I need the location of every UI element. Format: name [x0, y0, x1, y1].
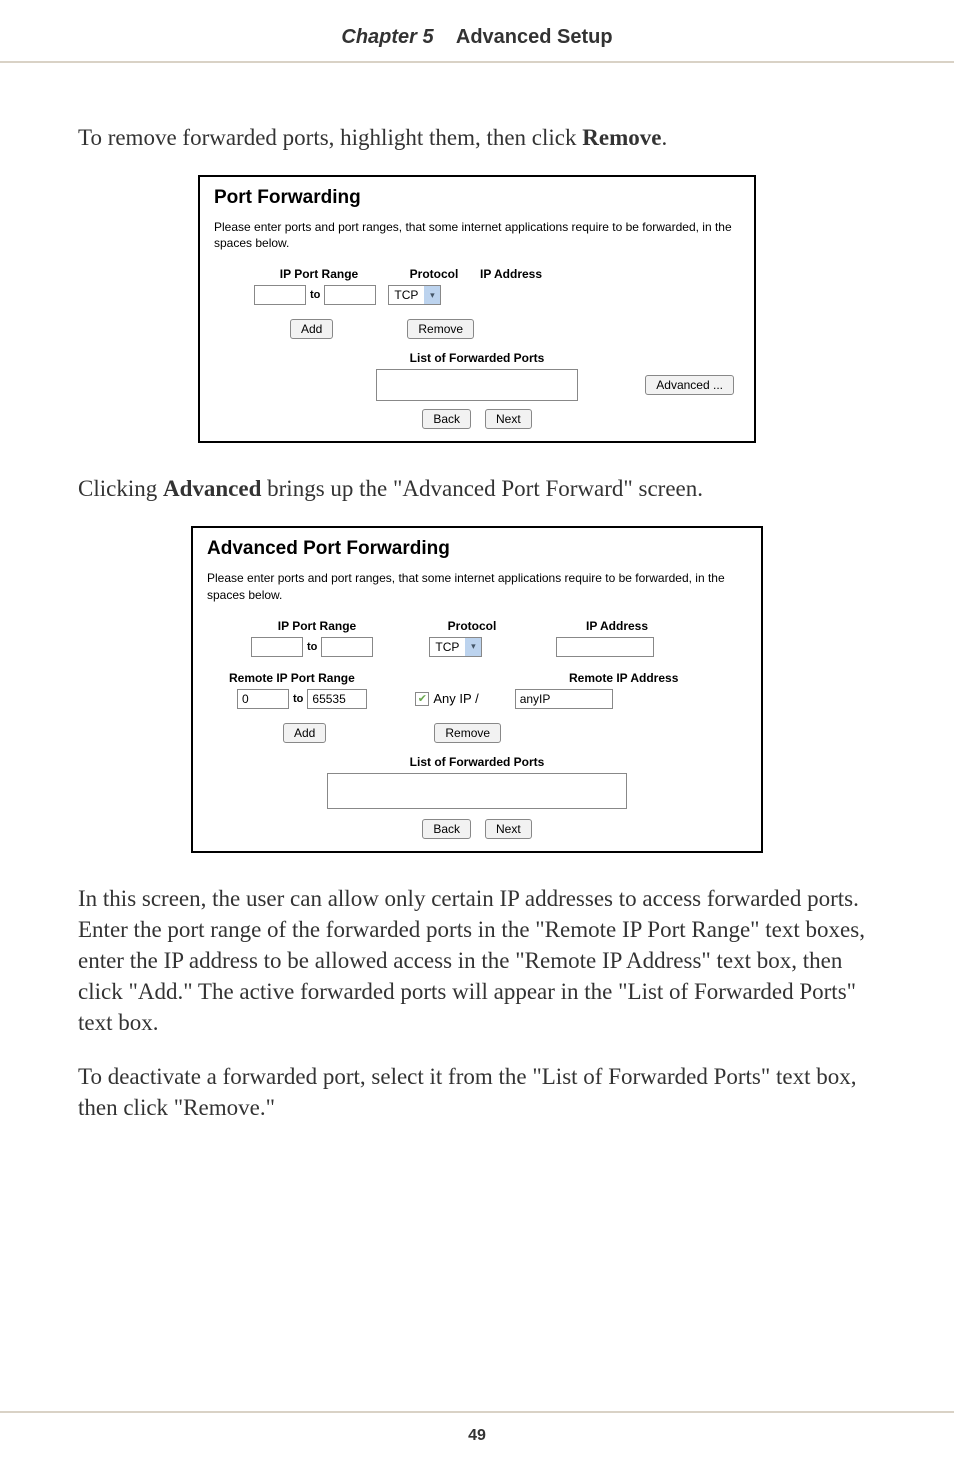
advanced-port-forwarding-dialog: Advanced Port Forwarding Please enter po…	[191, 526, 763, 852]
dialog2-title: Advanced Port Forwarding	[207, 538, 747, 560]
label-ip-address: IP Address	[547, 619, 687, 633]
label-remote-ip-port-range: Remote IP Port Range	[225, 671, 419, 685]
back-button[interactable]: Back	[422, 819, 471, 839]
back-button[interactable]: Back	[422, 409, 471, 429]
remote-port-to-input[interactable]: 65535	[307, 689, 367, 709]
ip-port-to-input[interactable]	[321, 637, 373, 657]
ip-port-from-input[interactable]	[251, 637, 303, 657]
forwarded-ports-listbox[interactable]	[327, 773, 627, 809]
next-button[interactable]: Next	[485, 409, 532, 429]
label-ip-port-range: IP Port Range	[244, 267, 394, 281]
chapter-label: Chapter 5	[341, 26, 433, 48]
dialog1-description: Please enter ports and port ranges, that…	[214, 219, 740, 251]
advanced-button[interactable]: Advanced ...	[645, 375, 734, 395]
dialog2-description: Please enter ports and port ranges, that…	[207, 570, 747, 602]
to-label: to	[310, 289, 320, 301]
page-footer: 49	[0, 1411, 954, 1445]
remote-ip-address-input[interactable]: anyIP	[515, 689, 613, 709]
paragraph-deactivate: To deactivate a forwarded port, select i…	[78, 1061, 876, 1123]
ip-port-from-input[interactable]	[254, 285, 306, 305]
any-ip-checkbox[interactable]: ✔	[415, 692, 429, 706]
label-ip-port-range: IP Port Range	[237, 619, 397, 633]
label-ip-address: IP Address	[474, 267, 580, 281]
list-heading: List of Forwarded Ports	[207, 755, 747, 769]
protocol-select[interactable]: TCP ▾	[388, 285, 441, 305]
section-label: Advanced Setup	[456, 26, 613, 48]
label-protocol: Protocol	[394, 267, 474, 281]
list-heading: List of Forwarded Ports	[214, 351, 740, 365]
remote-port-from-input[interactable]: 0	[237, 689, 289, 709]
dialog1-title: Port Forwarding	[214, 187, 740, 209]
page-header: Chapter 5 Advanced Setup	[0, 0, 954, 63]
protocol-select[interactable]: TCP ▾	[429, 637, 482, 657]
ip-address-input[interactable]	[556, 637, 654, 657]
page-number: 49	[468, 1427, 486, 1444]
label-remote-ip-address: Remote IP Address	[569, 671, 729, 685]
paragraph-advanced: Clicking Advanced brings up the "Advance…	[78, 473, 876, 504]
to-label: to	[293, 693, 303, 705]
chevron-down-icon: ▾	[424, 286, 440, 304]
next-button[interactable]: Next	[485, 819, 532, 839]
paragraph-remove: To remove forwarded ports, highlight the…	[78, 122, 876, 153]
forwarded-ports-listbox[interactable]	[376, 369, 578, 401]
to-label: to	[307, 641, 317, 653]
any-ip-label: Any IP /	[433, 691, 478, 706]
paragraph-explain: In this screen, the user can allow only …	[78, 883, 876, 1038]
port-forwarding-dialog: Port Forwarding Please enter ports and p…	[198, 175, 756, 443]
add-button[interactable]: Add	[290, 319, 333, 339]
label-protocol: Protocol	[397, 619, 547, 633]
ip-port-to-input[interactable]	[324, 285, 376, 305]
remove-button[interactable]: Remove	[434, 723, 501, 743]
add-button[interactable]: Add	[283, 723, 326, 743]
remove-button[interactable]: Remove	[407, 319, 474, 339]
chevron-down-icon: ▾	[465, 638, 481, 656]
